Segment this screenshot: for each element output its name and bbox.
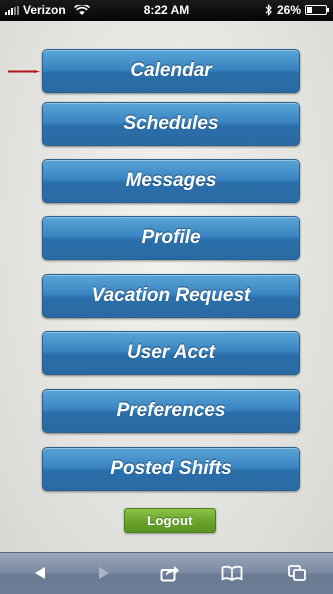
arrow-indicator-icon [8, 70, 40, 73]
battery-percent: 26% [276, 3, 301, 17]
logout-button[interactable]: Logout [124, 508, 216, 533]
bookmarks-icon [221, 565, 243, 581]
tabs-icon [288, 565, 306, 581]
share-button[interactable] [158, 563, 182, 583]
status-bar: Verizon 8:22 AM 26% [0, 0, 333, 21]
back-button[interactable] [28, 563, 52, 583]
bluetooth-icon [265, 4, 272, 16]
battery-level-fill [307, 7, 312, 13]
browser-toolbar [0, 552, 333, 594]
forward-button[interactable] [92, 563, 116, 583]
bookmarks-button[interactable] [220, 563, 244, 583]
user-acct-button[interactable]: User Acct [42, 331, 300, 375]
battery-icon [305, 5, 329, 15]
share-icon [160, 566, 179, 582]
calendar-button[interactable]: Calendar [42, 49, 300, 93]
posted-shifts-button[interactable]: Posted Shifts [42, 447, 300, 491]
tabs-button[interactable] [285, 563, 309, 583]
forward-arrow-icon [99, 567, 109, 579]
profile-button[interactable]: Profile [42, 216, 300, 260]
status-bar-right: 26% [265, 3, 329, 17]
page-content: Calendar Schedules Messages Profile Vaca… [0, 21, 333, 552]
messages-button[interactable]: Messages [42, 159, 300, 203]
vacation-request-button[interactable]: Vacation Request [42, 274, 300, 318]
schedules-button[interactable]: Schedules [42, 102, 300, 146]
preferences-button[interactable]: Preferences [42, 389, 300, 433]
back-arrow-icon [35, 567, 45, 579]
